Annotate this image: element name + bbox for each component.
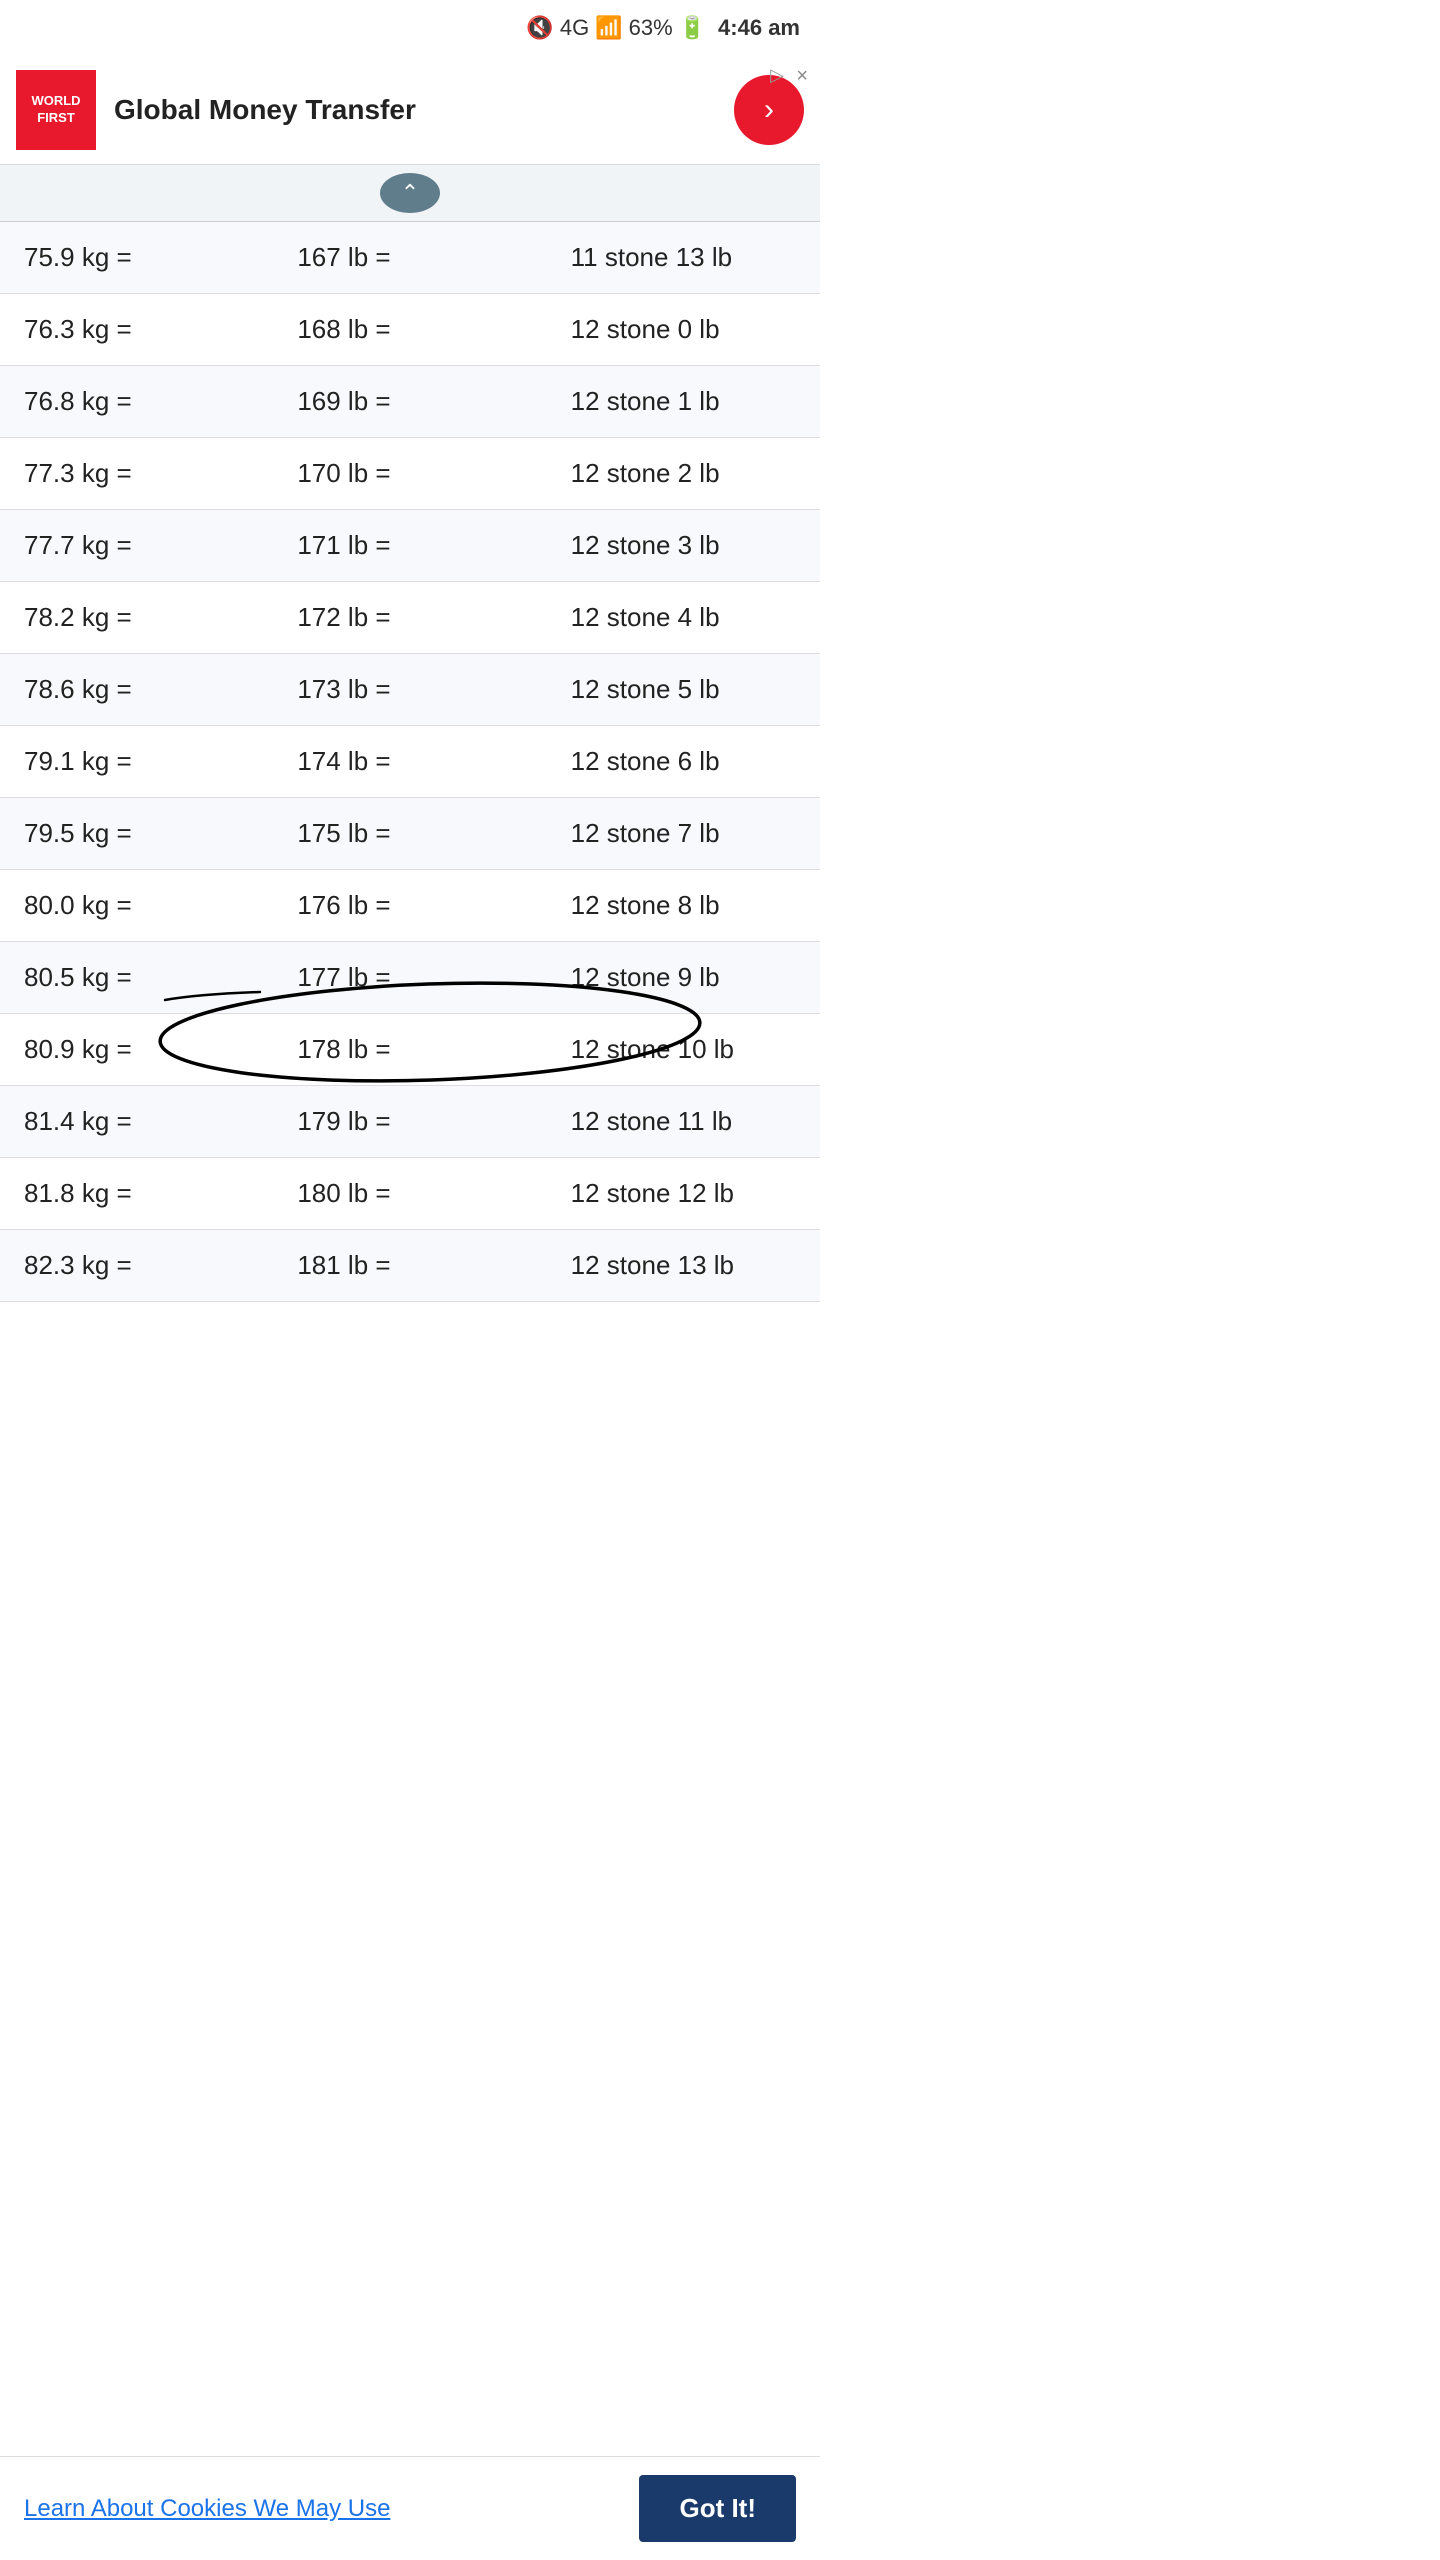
battery-icon: 🔋 xyxy=(679,15,706,41)
lb-cell: 178 lb = xyxy=(273,1014,546,1086)
table-row: 78.2 kg =172 lb =12 stone 4 lb xyxy=(0,582,820,654)
stone-cell: 12 stone 5 lb xyxy=(547,654,820,726)
ad-close-button[interactable]: × xyxy=(796,65,808,88)
stone-cell: 12 stone 4 lb xyxy=(547,582,820,654)
battery-percent: 63% xyxy=(629,15,673,41)
table-row: 80.0 kg =176 lb =12 stone 8 lb xyxy=(0,870,820,942)
table-row: 77.3 kg =170 lb =12 stone 2 lb xyxy=(0,438,820,510)
lb-cell: 169 lb = xyxy=(273,366,546,438)
table-row: 76.3 kg =168 lb =12 stone 0 lb xyxy=(0,294,820,366)
stone-cell: 12 stone 6 lb xyxy=(547,726,820,798)
stone-cell: 12 stone 7 lb xyxy=(547,798,820,870)
scroll-up-container: ⌃ xyxy=(0,165,820,222)
table-row: 82.3 kg =181 lb =12 stone 13 lb xyxy=(0,1230,820,1302)
kg-cell: 76.8 kg = xyxy=(0,366,273,438)
lb-cell: 173 lb = xyxy=(273,654,546,726)
ad-text: Global Money Transfer xyxy=(114,94,734,126)
kg-cell: 81.4 kg = xyxy=(0,1086,273,1158)
scroll-up-button[interactable]: ⌃ xyxy=(380,173,440,213)
kg-cell: 75.9 kg = xyxy=(0,222,273,294)
lb-cell: 171 lb = xyxy=(273,510,546,582)
stone-cell: 12 stone 8 lb xyxy=(547,870,820,942)
stone-cell: 12 stone 2 lb xyxy=(547,438,820,510)
signal-icon: 📶 xyxy=(595,15,622,41)
mute-icon: 🔇 xyxy=(526,15,553,41)
kg-cell: 77.7 kg = xyxy=(0,510,273,582)
kg-cell: 77.3 kg = xyxy=(0,438,273,510)
lb-cell: 172 lb = xyxy=(273,582,546,654)
highlighted-row: 80.5 kg =177 lb =12 stone 9 lb xyxy=(0,942,820,1014)
stone-cell: 12 stone 12 lb xyxy=(547,1158,820,1230)
kg-cell: 82.3 kg = xyxy=(0,1230,273,1302)
lb-cell: 175 lb = xyxy=(273,798,546,870)
ad-info-icon[interactable]: ▷ xyxy=(770,65,784,86)
kg-cell: 78.6 kg = xyxy=(0,654,273,726)
kg-cell: 76.3 kg = xyxy=(0,294,273,366)
kg-cell: 80.9 kg = xyxy=(0,1014,273,1086)
lb-cell: 179 lb = xyxy=(273,1086,546,1158)
got-it-button[interactable]: Got It! xyxy=(639,2475,796,2542)
status-time: 4:46 am xyxy=(718,15,800,41)
table-wrapper: 75.9 kg =167 lb =11 stone 13 lb76.3 kg =… xyxy=(0,222,820,1302)
lb-cell: 170 lb = xyxy=(273,438,546,510)
ad-logo: WORLD FIRST xyxy=(16,70,96,150)
table-row: 78.6 kg =173 lb =12 stone 5 lb xyxy=(0,654,820,726)
lb-cell: 181 lb = xyxy=(273,1230,546,1302)
kg-cell: 80.5 kg = xyxy=(0,942,273,1014)
lb-cell: 174 lb = xyxy=(273,726,546,798)
stone-cell: 12 stone 13 lb xyxy=(547,1230,820,1302)
table-row: 79.5 kg =175 lb =12 stone 7 lb xyxy=(0,798,820,870)
stone-cell: 12 stone 10 lb xyxy=(547,1014,820,1086)
lb-cell: 167 lb = xyxy=(273,222,546,294)
table-row: 76.8 kg =169 lb =12 stone 1 lb xyxy=(0,366,820,438)
stone-cell: 12 stone 11 lb xyxy=(547,1086,820,1158)
stone-cell: 12 stone 1 lb xyxy=(547,366,820,438)
cookie-bar: Learn About Cookies We May Use Got It! xyxy=(0,2456,820,2560)
kg-cell: 79.1 kg = xyxy=(0,726,273,798)
ad-arrow-button[interactable]: › xyxy=(734,75,804,145)
lb-cell: 177 lb = xyxy=(273,942,546,1014)
stone-cell: 11 stone 13 lb xyxy=(547,222,820,294)
table-row: 75.9 kg =167 lb =11 stone 13 lb xyxy=(0,222,820,294)
cookie-learn-link[interactable]: Learn About Cookies We May Use xyxy=(24,2495,390,2523)
lb-cell: 176 lb = xyxy=(273,870,546,942)
stone-cell: 12 stone 0 lb xyxy=(547,294,820,366)
table-row: 77.7 kg =171 lb =12 stone 3 lb xyxy=(0,510,820,582)
table-row: 81.8 kg =180 lb =12 stone 12 lb xyxy=(0,1158,820,1230)
kg-cell: 80.0 kg = xyxy=(0,870,273,942)
kg-cell: 78.2 kg = xyxy=(0,582,273,654)
table-row: 79.1 kg =174 lb =12 stone 6 lb xyxy=(0,726,820,798)
network-type: 4G xyxy=(560,15,589,41)
status-icons: 🔇 4G 📶 63% 🔋 4:46 am xyxy=(526,15,800,41)
kg-cell: 81.8 kg = xyxy=(0,1158,273,1230)
lb-cell: 168 lb = xyxy=(273,294,546,366)
conversion-table: 75.9 kg =167 lb =11 stone 13 lb76.3 kg =… xyxy=(0,222,820,1302)
table-row: 81.4 kg =179 lb =12 stone 11 lb xyxy=(0,1086,820,1158)
stone-cell: 12 stone 9 lb xyxy=(547,942,820,1014)
stone-cell: 12 stone 3 lb xyxy=(547,510,820,582)
kg-cell: 79.5 kg = xyxy=(0,798,273,870)
status-bar: 🔇 4G 📶 63% 🔋 4:46 am xyxy=(0,0,820,55)
ad-banner: WORLD FIRST Global Money Transfer › ▷ × xyxy=(0,55,820,165)
lb-cell: 180 lb = xyxy=(273,1158,546,1230)
table-row: 80.9 kg =178 lb =12 stone 10 lb xyxy=(0,1014,820,1086)
